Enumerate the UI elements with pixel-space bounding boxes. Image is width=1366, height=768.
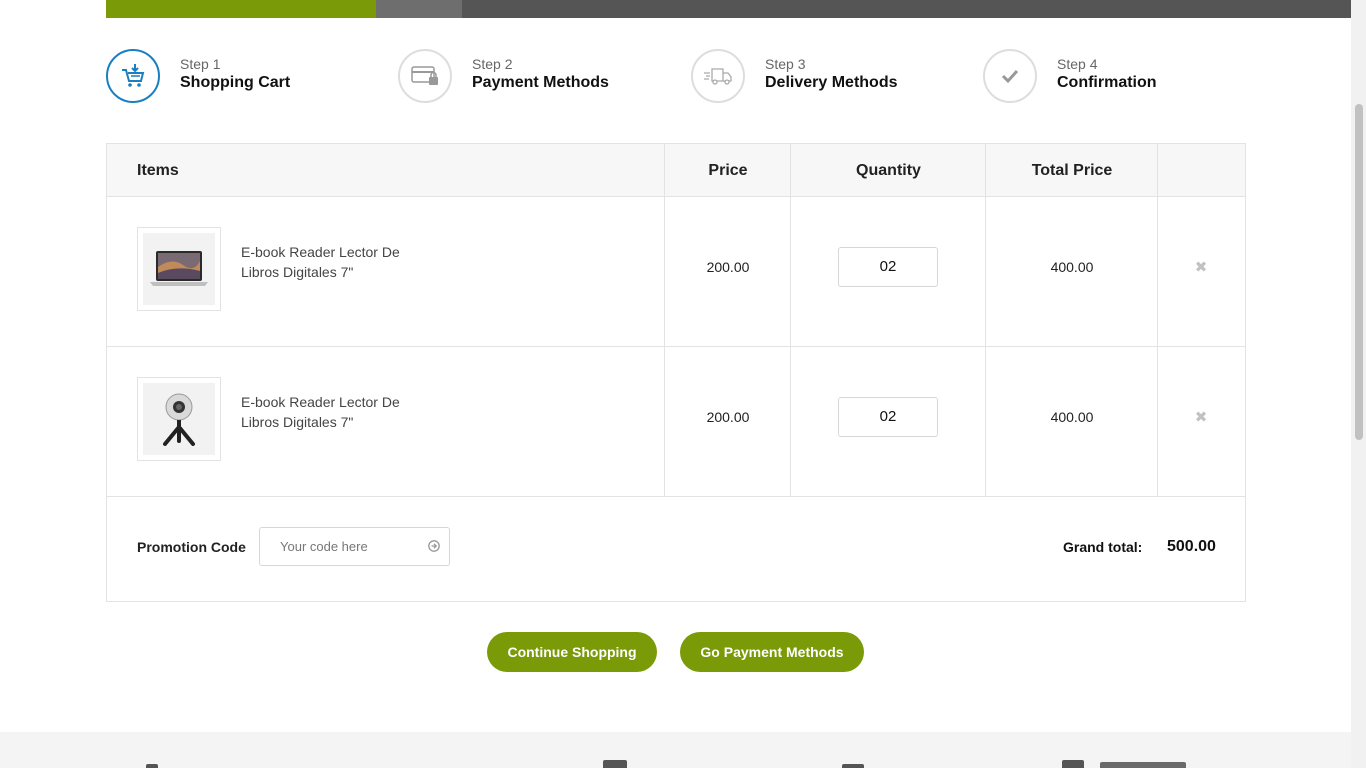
step-number: Step 3 — [765, 56, 806, 72]
partner-logo — [842, 764, 864, 768]
scrollbar-thumb[interactable] — [1355, 104, 1363, 440]
remove-item-button[interactable]: ✖ — [1193, 259, 1209, 276]
table-row: E-book Reader Lector De Libros Digitales… — [107, 347, 1245, 497]
page-scrollbar[interactable] — [1351, 0, 1366, 768]
close-icon: ✖ — [1194, 409, 1208, 426]
progress-segment — [376, 0, 462, 18]
step-number: Step 1 — [180, 56, 221, 72]
camera-image — [143, 383, 215, 455]
partner-logo — [1100, 762, 1186, 768]
step-title: Payment Methods — [472, 74, 609, 91]
checkmark-icon — [983, 49, 1037, 103]
site-footer — [0, 732, 1351, 768]
unit-price: 200.00 — [706, 409, 750, 425]
cart-summary-row: Promotion Code Grand total: 500.00 — [107, 497, 1245, 601]
top-progress-bar — [106, 0, 1352, 18]
promotion-code-field[interactable] — [259, 527, 450, 566]
table-row: E-book Reader Lector De Libros Digitales… — [107, 197, 1245, 347]
product-name[interactable]: E-book Reader Lector De Libros Digitales… — [241, 242, 431, 282]
laptop-image — [143, 233, 215, 305]
remove-item-button[interactable]: ✖ — [1193, 409, 1209, 426]
step-number: Step 2 — [472, 56, 513, 72]
continue-shopping-button[interactable]: Continue Shopping — [487, 632, 657, 672]
credit-card-icon — [398, 49, 452, 103]
grand-total-value: 500.00 — [1167, 538, 1216, 555]
line-total: 400.00 — [1050, 409, 1094, 425]
partner-logo — [603, 760, 627, 768]
progress-fill — [106, 0, 376, 18]
arrow-right-circle-icon[interactable] — [428, 540, 440, 552]
product-thumbnail[interactable] — [137, 377, 221, 461]
grand-total-label: Grand total: — [1063, 539, 1143, 555]
partner-logo — [146, 764, 158, 768]
cart-table: Items Price Quantity Total Price E-book … — [106, 143, 1246, 602]
truck-icon — [691, 49, 745, 103]
cart-icon — [106, 49, 160, 103]
step-title: Delivery Methods — [765, 74, 898, 91]
step-title: Confirmation — [1057, 74, 1157, 91]
promotion-code-label: Promotion Code — [137, 539, 246, 555]
unit-price: 200.00 — [706, 259, 750, 275]
product-thumbnail[interactable] — [137, 227, 221, 311]
partner-logo — [1062, 760, 1084, 768]
quantity-input[interactable]: 02 — [838, 397, 938, 437]
go-payment-methods-button[interactable]: Go Payment Methods — [680, 632, 864, 672]
promotion-code-input[interactable] — [260, 528, 420, 565]
header-total-price: Total Price — [1031, 162, 1113, 179]
table-header: Items Price Quantity Total Price — [107, 144, 1245, 197]
header-items: Items — [137, 162, 179, 179]
header-price: Price — [708, 162, 748, 179]
quantity-input[interactable]: 02 — [838, 247, 938, 287]
header-quantity: Quantity — [856, 162, 921, 179]
product-name[interactable]: E-book Reader Lector De Libros Digitales… — [241, 392, 431, 432]
step-number: Step 4 — [1057, 56, 1098, 72]
step-title: Shopping Cart — [180, 74, 291, 91]
line-total: 400.00 — [1050, 259, 1094, 275]
close-icon: ✖ — [1194, 259, 1208, 276]
checkout-steps: Step 1 Shopping Cart Step 2 Payment Meth… — [106, 48, 1246, 104]
